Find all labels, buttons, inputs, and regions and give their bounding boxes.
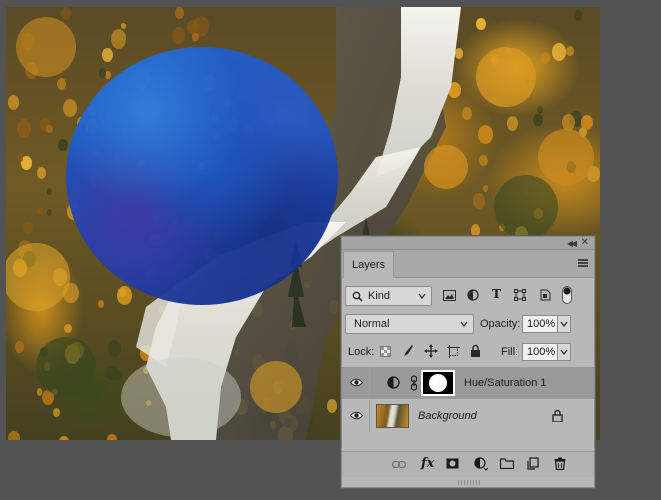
filter-kind-label: Kind: [368, 290, 391, 302]
lock-all-icon[interactable]: [470, 344, 481, 357]
lock-row: Lock: Fill: 100%: [342, 338, 594, 364]
adjustment-layer-icon: [387, 376, 400, 389]
chevron-down-icon: [460, 321, 468, 328]
eye-icon: [350, 411, 363, 420]
visibility-toggle[interactable]: [342, 400, 370, 432]
lock-icon: [552, 409, 563, 422]
blend-mode-label: Normal: [354, 318, 390, 330]
filter-pixel-icon[interactable]: [443, 290, 456, 301]
filter-shape-icon[interactable]: [514, 289, 526, 301]
chevron-down-icon: [418, 293, 426, 300]
resize-grip[interactable]: [458, 480, 480, 485]
layer-mask-thumbnail[interactable]: [421, 370, 455, 396]
search-icon: [352, 291, 363, 302]
lock-label: Lock:: [348, 346, 375, 358]
layer-row-hue-saturation[interactable]: Hue/Saturation 1: [342, 367, 594, 399]
panel-title-bar[interactable]: ◀◀ ✕: [342, 237, 594, 250]
layer-list: Hue/Saturation 1 Background: [342, 366, 594, 451]
blend-row: Normal Opacity: 100%: [342, 310, 594, 336]
filter-kind-dropdown[interactable]: Kind: [345, 286, 432, 306]
opacity-label: Opacity:: [480, 318, 521, 330]
hue-saturation-circle: [66, 47, 338, 305]
delete-icon[interactable]: [554, 457, 566, 470]
lock-position-icon[interactable]: [424, 344, 438, 358]
filter-type-icon[interactable]: T: [492, 287, 501, 301]
fill-label: Fill:: [501, 346, 519, 358]
chevron-down-icon: [560, 349, 568, 356]
opacity-dropdown[interactable]: [557, 315, 571, 333]
fill-dropdown[interactable]: [557, 343, 571, 361]
link-layers-icon[interactable]: [392, 460, 406, 469]
lock-artboard-icon[interactable]: [447, 345, 460, 358]
layers-panel: ◀◀ ✕ Layers Kind T Normal Opacity: 100% …: [341, 236, 595, 488]
opacity-field[interactable]: 100%: [522, 315, 558, 333]
chevron-down-icon: [560, 321, 568, 328]
blend-mode-dropdown[interactable]: Normal: [345, 314, 474, 334]
layer-name[interactable]: Hue/Saturation 1: [464, 377, 547, 389]
filter-smartobject-icon[interactable]: [539, 289, 551, 301]
new-adjustment-icon[interactable]: [474, 457, 488, 471]
mask-link-icon[interactable]: [410, 375, 418, 391]
filter-row: Kind T: [342, 281, 594, 309]
fx-icon[interactable]: fx: [421, 456, 434, 471]
collapse-icon[interactable]: ◀◀: [567, 239, 577, 248]
panel-tab-row: Layers: [342, 250, 594, 278]
close-icon[interactable]: ✕: [581, 237, 589, 248]
filter-toggle-icon[interactable]: [562, 286, 572, 304]
add-mask-icon[interactable]: [446, 458, 459, 469]
tab-layers[interactable]: Layers: [343, 251, 395, 278]
eye-icon: [350, 378, 363, 387]
new-group-icon[interactable]: [500, 458, 514, 469]
fill-field[interactable]: 100%: [522, 343, 558, 361]
layer-row-background[interactable]: Background: [342, 400, 594, 432]
layer-name[interactable]: Background: [418, 410, 477, 422]
lock-image-icon[interactable]: [402, 344, 414, 358]
panel-bottom-bar: fx: [342, 451, 594, 477]
filter-adjustment-icon[interactable]: [467, 289, 479, 301]
mask-shape: [429, 374, 447, 392]
visibility-toggle[interactable]: [342, 367, 370, 399]
new-layer-icon[interactable]: [527, 457, 539, 470]
layer-thumbnail: [376, 404, 409, 428]
lock-transparent-icon[interactable]: [380, 346, 391, 357]
panel-menu-icon[interactable]: [578, 259, 588, 267]
